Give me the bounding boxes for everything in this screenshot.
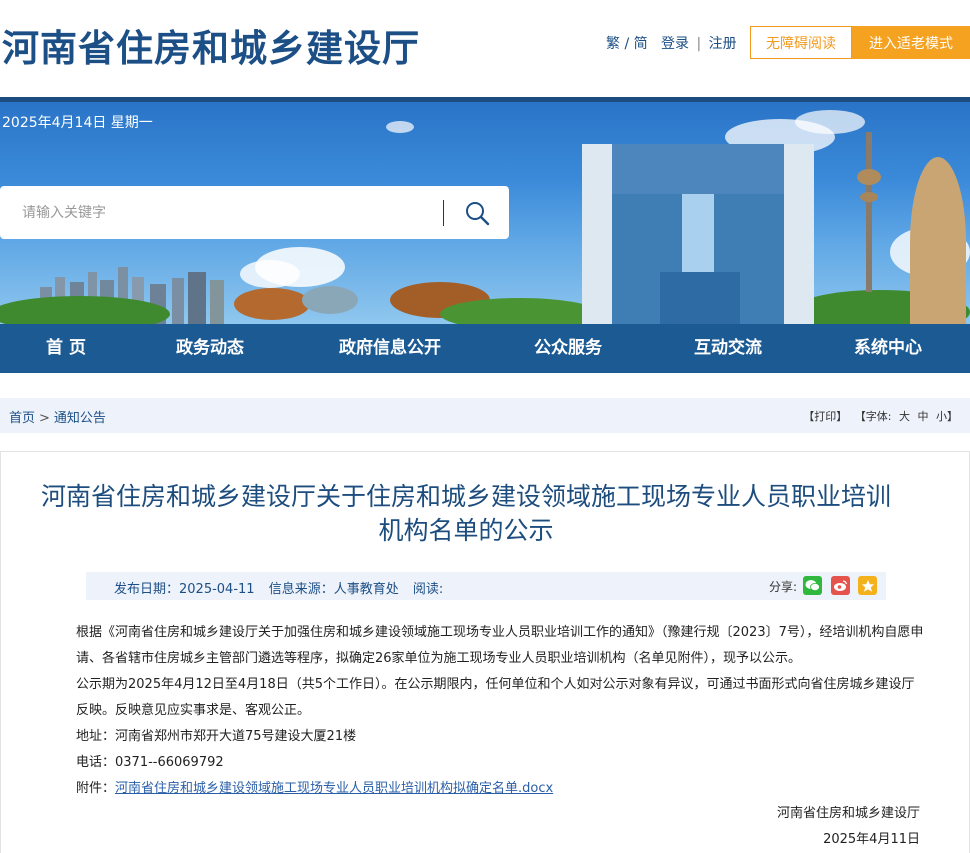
page-tools: 【打印】 【字体: 大 中 小】 <box>799 408 958 424</box>
banner: 2025年4月14日 星期一 <box>0 102 970 324</box>
breadcrumb-arrow: > <box>39 411 50 426</box>
font-size-label: 【字体: <box>854 410 892 423</box>
wechat-share-icon[interactable] <box>803 576 822 595</box>
top-links: 繁 / 简 登录 | 注册 <box>606 33 737 53</box>
contact-phone: 电话：0371--66069792 <box>76 755 224 770</box>
login-link[interactable]: 登录 <box>661 36 689 52</box>
search-icon <box>466 202 490 226</box>
font-size-close: 】 <box>947 410 958 423</box>
search-divider <box>443 200 444 226</box>
register-link[interactable]: 注册 <box>709 36 737 52</box>
view-count: 阅读: <box>412 582 444 597</box>
nav-item-system-center[interactable]: 系统中心 <box>840 324 936 373</box>
info-source: 信息来源：人事教育处 <box>268 582 399 597</box>
contact-address: 地址：河南省郑州市郑开大道75号建设大厦21楼 <box>76 729 357 744</box>
breadcrumb-bar: 首页 > 通知公告 【打印】 【字体: 大 中 小】 <box>0 398 970 433</box>
lang-toggle-link[interactable]: 繁 / 简 <box>606 36 648 52</box>
signature-date: 2025年4月11日 <box>823 832 920 847</box>
breadcrumb-home[interactable]: 首页 <box>9 411 35 426</box>
signature-org: 河南省住房和城乡建设厅 <box>776 806 920 821</box>
site-header: 河南省住房和城乡建设厅 繁 / 简 登录 | 注册 无障碍阅读 进入适老模式 <box>0 0 970 97</box>
nav-item-government-news[interactable]: 政务动态 <box>160 324 260 373</box>
nav-item-interaction[interactable]: 互动交流 <box>680 324 776 373</box>
print-button[interactable]: 【打印】 <box>803 410 847 423</box>
nav-item-home[interactable]: 首 页 <box>22 324 110 373</box>
article-meta-bar: 发布日期：2025-04-11 信息来源：人事教育处 阅读: 分享: <box>86 572 886 600</box>
link-separator: | <box>696 36 702 52</box>
share-label: 分享: <box>769 580 798 594</box>
article-body: 根据《河南省住房和城乡建设厅关于加强住房和城乡建设领域施工现场专业人员职业培训工… <box>76 620 926 802</box>
article-paragraph-2: 公示期为2025年4月12日至4月18日（共5个工作日）。在公示期限内，任何单位… <box>76 677 915 718</box>
current-date: 2025年4月14日 星期一 <box>2 115 153 131</box>
search-box <box>0 186 509 239</box>
weibo-share-icon[interactable] <box>831 576 850 595</box>
nav-item-public-service[interactable]: 公众服务 <box>520 324 616 373</box>
font-medium-button[interactable]: 中 <box>918 410 929 423</box>
article-container: 河南省住房和城乡建设厅关于住房和城乡建设领域施工现场专业人员职业培训机构名单的公… <box>0 451 970 853</box>
elder-mode-button[interactable]: 进入适老模式 <box>852 26 970 59</box>
favorite-share-icon[interactable] <box>858 576 877 595</box>
article-paragraph-1: 根据《河南省住房和城乡建设厅关于加强住房和城乡建设领域施工现场专业人员职业培训工… <box>76 625 924 666</box>
breadcrumb: 首页 > 通知公告 <box>9 407 106 426</box>
font-large-button[interactable]: 大 <box>899 410 910 423</box>
breadcrumb-current[interactable]: 通知公告 <box>54 411 106 426</box>
site-title[interactable]: 河南省住房和城乡建设厅 <box>2 18 420 72</box>
publish-date: 发布日期：2025-04-11 <box>114 582 255 597</box>
nav-item-info-disclosure[interactable]: 政府信息公开 <box>322 324 458 373</box>
accessibility-button[interactable]: 无障碍阅读 <box>750 26 852 59</box>
attachment-row: 附件：河南省住房和城乡建设领域施工现场专业人员职业培训机构拟确定名单.docx <box>76 776 926 802</box>
article-title: 河南省住房和城乡建设厅关于住房和城乡建设领域施工现场专业人员职业培训机构名单的公… <box>41 482 892 545</box>
search-input[interactable] <box>0 186 440 239</box>
article-meta: 发布日期：2025-04-11 信息来源：人事教育处 阅读: <box>114 578 453 597</box>
attachment-label: 附件： <box>76 781 116 796</box>
search-button[interactable] <box>452 194 502 232</box>
font-small-button[interactable]: 小 <box>936 410 947 423</box>
attachment-link[interactable]: 河南省住房和城乡建设领域施工现场专业人员职业培训机构拟确定名单.docx <box>115 781 553 796</box>
main-nav: 首 页 政务动态 政府信息公开 公众服务 互动交流 系统中心 <box>0 324 970 373</box>
